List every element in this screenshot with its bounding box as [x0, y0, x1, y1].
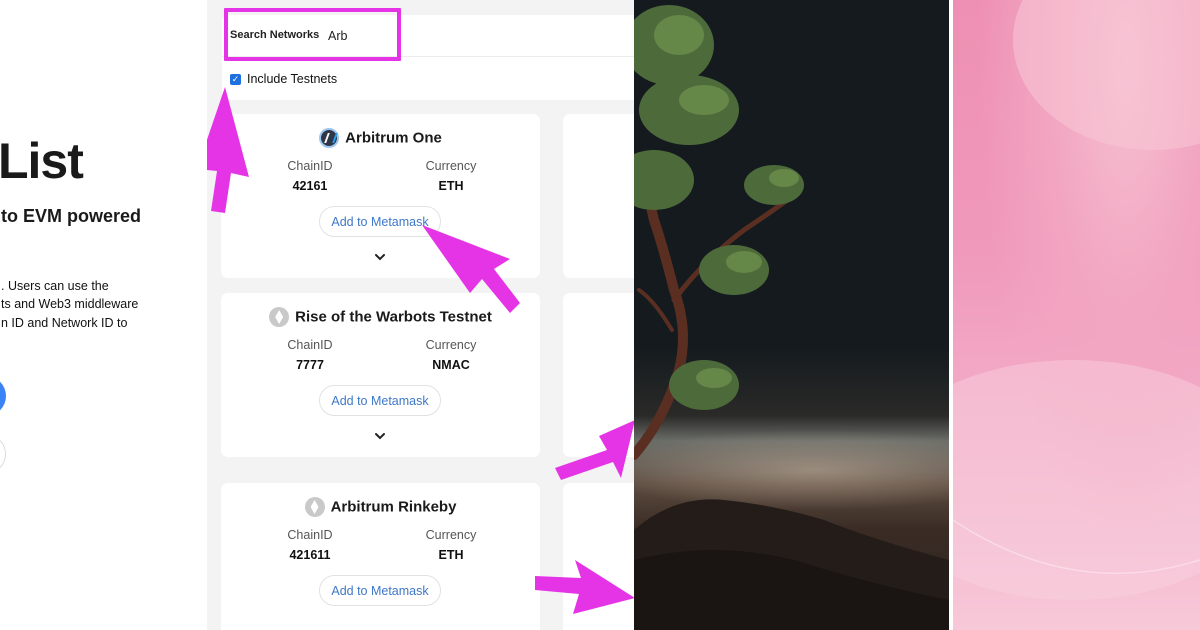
chain-card-header: Arbitrum Rinkeby [221, 497, 540, 517]
ethereum-logo-icon [304, 497, 325, 517]
currency-label: Currency [425, 338, 477, 352]
chain-id-value: 42161 [292, 179, 328, 193]
annotation-arrow-icon [422, 225, 520, 313]
chain-name: Arbitrum One [345, 129, 442, 147]
chain-id-stat: ChainID 421611 [250, 528, 370, 562]
hero-subtitle: to EVM powered [1, 206, 142, 226]
chain-id-stat: ChainID 7777 [250, 338, 370, 372]
hero-primary-button[interactable] [0, 376, 6, 416]
chain-id-value: 421611 [289, 548, 331, 562]
hero-panel: List to EVM powered . Users can use the … [0, 0, 207, 630]
add-to-metamask-button[interactable]: Add to Metamask [319, 385, 441, 416]
hero-title: List [0, 133, 84, 189]
chain-id-label: ChainID [287, 338, 333, 352]
search-row: Search Networks [222, 15, 634, 57]
chain-id-value: 7777 [296, 358, 324, 372]
search-card: Search Networks ✓ Include Testnets [222, 8, 634, 100]
include-testnets-row[interactable]: ✓ Include Testnets [230, 72, 337, 86]
currency-value: NMAC [432, 358, 470, 372]
chain-name: Arbitrum Rinkeby [330, 498, 457, 516]
currency-label: Currency [425, 159, 477, 173]
currency-stat: Currency ETH [391, 528, 511, 562]
arbitrum-logo-icon [319, 128, 340, 148]
chain-id-label: ChainID [287, 528, 333, 542]
chain-card: Rise of the Warbots Testnet ChainID 7777… [221, 293, 540, 457]
currency-value: ETH [438, 548, 464, 562]
annotation-arrow-icon [535, 560, 634, 614]
hero-description-line: . Users can use the [1, 279, 109, 293]
bonsai-tree-illustration [634, 5, 949, 630]
include-testnets-label: Include Testnets [247, 72, 338, 86]
search-networks-label: Search Networks [230, 29, 320, 41]
chevron-down-icon[interactable] [372, 250, 388, 264]
hero-description-line: n ID and Network ID to [1, 316, 128, 330]
chevron-down-icon[interactable] [372, 429, 388, 443]
chainlist-app-panel: Search Networks ✓ Include Testnets Arbit… [207, 0, 634, 630]
chain-id-label: ChainID [287, 159, 333, 173]
search-networks-input[interactable] [328, 23, 628, 49]
tree-photo [634, 0, 949, 630]
annotation-arrow-icon [207, 87, 249, 213]
chain-card-partial [563, 114, 634, 278]
hero-secondary-button[interactable] [0, 434, 6, 474]
currency-stat: Currency ETH [391, 159, 511, 193]
chain-card: Arbitrum Rinkeby ChainID 421611 Currency… [221, 483, 540, 630]
annotation-arrow-icon [555, 420, 634, 480]
chain-id-stat: ChainID 42161 [250, 159, 370, 193]
currency-label: Currency [425, 528, 477, 542]
currency-stat: Currency NMAC [391, 338, 511, 372]
pink-gradient-panel [953, 0, 1200, 630]
hero-description-line: ts and Web3 middleware [1, 297, 139, 311]
ethereum-logo-icon [269, 307, 290, 327]
chain-card-header: Arbitrum One [221, 128, 540, 148]
include-testnets-checkbox[interactable]: ✓ [230, 73, 241, 85]
add-to-metamask-button[interactable]: Add to Metamask [319, 575, 441, 606]
currency-value: ETH [438, 179, 464, 193]
pink-abstract-shape [953, 0, 1200, 600]
